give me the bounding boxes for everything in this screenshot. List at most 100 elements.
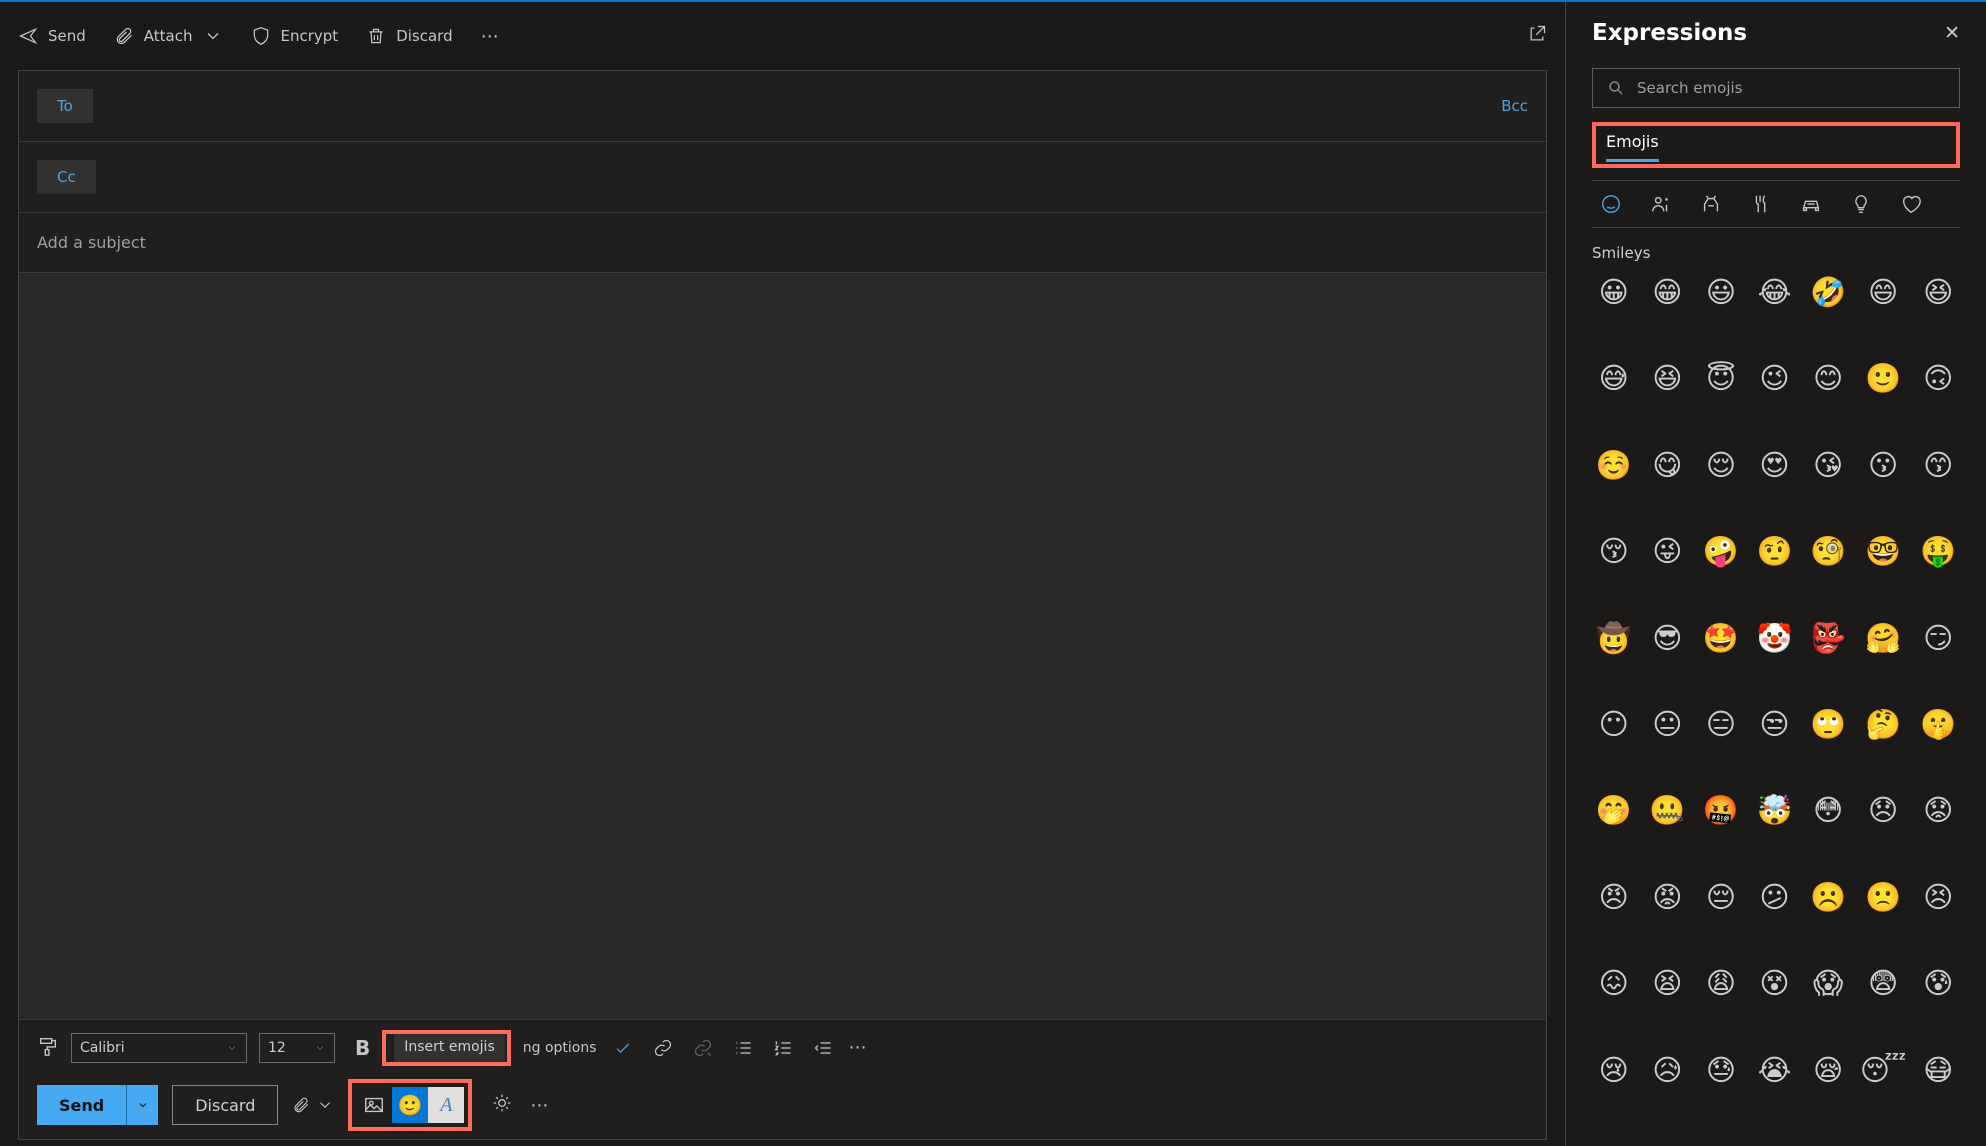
emoji-cell[interactable]: 😩 bbox=[1699, 965, 1743, 1041]
emoji-cell[interactable]: 😑 bbox=[1699, 706, 1743, 782]
category-food[interactable] bbox=[1750, 193, 1772, 215]
emoji-cell[interactable]: 😢 bbox=[1592, 1052, 1636, 1128]
link-button[interactable] bbox=[649, 1034, 677, 1062]
emoji-search[interactable] bbox=[1592, 68, 1960, 108]
emoji-cell[interactable]: 😏 bbox=[1916, 620, 1960, 696]
emoji-cell[interactable]: 😌 bbox=[1699, 447, 1743, 523]
format-more-button[interactable]: ⋯ bbox=[849, 1037, 869, 1058]
emoji-cell[interactable]: 🤩 bbox=[1699, 620, 1743, 696]
emoji-cell[interactable]: 😉 bbox=[1753, 360, 1797, 436]
emoji-cell[interactable]: 😔 bbox=[1699, 879, 1743, 955]
emoji-cell[interactable]: 😠 bbox=[1592, 879, 1636, 955]
emoji-cell[interactable]: 😄 bbox=[1860, 274, 1907, 350]
emoji-cell[interactable]: 😐 bbox=[1646, 706, 1690, 782]
brightness-button[interactable] bbox=[492, 1093, 512, 1117]
emoji-search-input[interactable] bbox=[1637, 79, 1945, 97]
emoji-cell[interactable]: 🤠 bbox=[1592, 620, 1636, 696]
emoji-cell[interactable]: 😶 bbox=[1592, 706, 1636, 782]
emoji-cell[interactable]: 😂 bbox=[1753, 274, 1797, 350]
emoji-cell[interactable]: 🤨 bbox=[1753, 533, 1797, 609]
category-smileys[interactable] bbox=[1600, 193, 1622, 215]
insert-picture-button[interactable] bbox=[356, 1087, 392, 1123]
emoji-cell[interactable]: 😥 bbox=[1646, 1052, 1690, 1128]
emojis-tab[interactable]: Emojis bbox=[1606, 132, 1659, 162]
emoji-cell[interactable]: 😀 bbox=[1592, 274, 1636, 350]
emoji-cell[interactable]: 😳 bbox=[1806, 792, 1850, 868]
emoji-cell[interactable]: 😱 bbox=[1806, 965, 1850, 1041]
unlink-button[interactable] bbox=[689, 1034, 717, 1062]
emoji-cell[interactable]: 😚 bbox=[1592, 533, 1636, 609]
emoji-cell[interactable]: 😅 bbox=[1592, 360, 1636, 436]
emoji-cell[interactable]: 😃 bbox=[1699, 274, 1743, 350]
emoji-cell[interactable]: 🤗 bbox=[1860, 620, 1907, 696]
emoji-cell[interactable]: ☺️ bbox=[1592, 447, 1636, 523]
format-painter-button[interactable] bbox=[37, 1035, 59, 1061]
emoji-cell[interactable]: 🤪 bbox=[1699, 533, 1743, 609]
check-format-button[interactable] bbox=[609, 1034, 637, 1062]
encrypt-button[interactable]: Encrypt bbox=[251, 26, 339, 46]
cc-button[interactable]: Cc bbox=[37, 160, 96, 194]
emoji-cell[interactable]: 😵 bbox=[1753, 965, 1797, 1041]
emoji-cell[interactable]: 😨 bbox=[1860, 965, 1907, 1041]
emoji-cell[interactable]: 😇 bbox=[1699, 360, 1743, 436]
emoji-cell[interactable]: 🤣 bbox=[1806, 274, 1850, 350]
emoji-cell[interactable]: 🤬 bbox=[1699, 792, 1743, 868]
emoji-cell[interactable]: 😊 bbox=[1806, 360, 1850, 436]
emoji-cell[interactable]: 🤭 bbox=[1592, 792, 1636, 868]
bold-button[interactable]: B bbox=[347, 1036, 378, 1060]
send-button[interactable]: Send bbox=[37, 1085, 158, 1125]
send-split-button[interactable] bbox=[126, 1085, 158, 1125]
to-button[interactable]: To bbox=[37, 89, 93, 123]
emoji-cell[interactable]: 🤯 bbox=[1753, 792, 1797, 868]
emoji-cell[interactable]: 🤡 bbox=[1753, 620, 1797, 696]
emoji-cell[interactable]: 🙁 bbox=[1860, 879, 1907, 955]
emoji-cell[interactable]: 😭 bbox=[1753, 1052, 1797, 1128]
insert-font-button[interactable]: A bbox=[428, 1087, 464, 1123]
emoji-cell[interactable]: 😎 bbox=[1646, 620, 1690, 696]
discard-bottom-button[interactable]: Discard bbox=[172, 1085, 278, 1125]
extras-more-button[interactable]: ⋯ bbox=[530, 1095, 550, 1116]
emoji-cell[interactable]: ☹️ bbox=[1806, 879, 1850, 955]
category-symbols[interactable] bbox=[1900, 193, 1922, 215]
emoji-cell[interactable]: 😜 bbox=[1646, 533, 1690, 609]
attach-button[interactable]: Attach bbox=[114, 26, 223, 46]
emoji-cell[interactable]: 😟 bbox=[1916, 792, 1960, 868]
message-body[interactable] bbox=[19, 273, 1546, 1019]
more-options-button[interactable]: ⋯ bbox=[481, 26, 501, 47]
emoji-cell[interactable]: 😒 bbox=[1753, 706, 1797, 782]
emoji-cell[interactable]: 😕 bbox=[1753, 879, 1797, 955]
bcc-link[interactable]: Bcc bbox=[1501, 97, 1528, 115]
emoji-cell[interactable]: 😴 bbox=[1860, 1052, 1907, 1128]
emoji-cell[interactable]: 😆 bbox=[1916, 274, 1960, 350]
emoji-cell[interactable]: 😓 bbox=[1699, 1052, 1743, 1128]
send-top-button[interactable]: Send bbox=[18, 26, 86, 46]
popout-button[interactable] bbox=[1527, 24, 1547, 48]
emoji-cell[interactable]: 🙂 bbox=[1860, 360, 1907, 436]
emoji-cell[interactable]: 😰 bbox=[1916, 965, 1960, 1041]
emoji-cell[interactable]: 😞 bbox=[1860, 792, 1907, 868]
emoji-cell[interactable]: 😣 bbox=[1916, 879, 1960, 955]
emoji-cell[interactable]: 🙄 bbox=[1806, 706, 1850, 782]
emoji-cell[interactable]: 😙 bbox=[1916, 447, 1960, 523]
insert-emoji-button[interactable]: 🙂 bbox=[392, 1087, 428, 1123]
emoji-cell[interactable]: 😍 bbox=[1753, 447, 1797, 523]
category-animals[interactable] bbox=[1700, 193, 1722, 215]
emoji-cell[interactable]: 👺 bbox=[1806, 620, 1850, 696]
close-button[interactable]: ✕ bbox=[1944, 22, 1960, 44]
emoji-cell[interactable]: 😷 bbox=[1916, 1052, 1960, 1128]
emoji-cell[interactable]: 😁 bbox=[1646, 274, 1690, 350]
emoji-cell[interactable]: 😘 bbox=[1806, 447, 1850, 523]
subject-input[interactable] bbox=[37, 233, 1528, 252]
emoji-cell[interactable]: 🧐 bbox=[1806, 533, 1850, 609]
emoji-cell[interactable]: 😫 bbox=[1646, 965, 1690, 1041]
numbered-list-button[interactable] bbox=[769, 1034, 797, 1062]
emoji-cell[interactable]: 😡 bbox=[1646, 879, 1690, 955]
font-size-select[interactable]: 12 bbox=[259, 1033, 335, 1063]
attach-mini-button[interactable] bbox=[292, 1096, 334, 1114]
outdent-button[interactable] bbox=[809, 1034, 837, 1062]
emoji-cell[interactable]: 😗 bbox=[1860, 447, 1907, 523]
emoji-cell[interactable]: 🤐 bbox=[1646, 792, 1690, 868]
emoji-cell[interactable]: 🤫 bbox=[1916, 706, 1960, 782]
emoji-cell[interactable]: 🤔 bbox=[1860, 706, 1907, 782]
emoji-cell[interactable]: 🙃 bbox=[1916, 360, 1960, 436]
